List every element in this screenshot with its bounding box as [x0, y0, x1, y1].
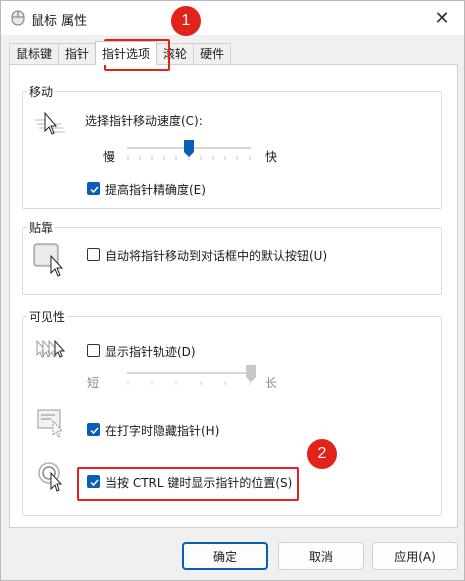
- hide-typing-label[interactable]: 在打字时隐藏指针(H): [105, 422, 219, 439]
- hide-while-typing-icon: [37, 409, 64, 438]
- trail-slider-track: [127, 372, 251, 374]
- ok-button[interactable]: 确定: [182, 542, 268, 570]
- trail-slider-thumb: [246, 365, 256, 382]
- pointer-options-panel: 移动 选择指针移动速度(C): 慢 快 提高指针精确度(E) 贴靠 自动将指针移…: [9, 64, 458, 528]
- motion-group: 移动 选择指针移动速度(C): 慢 快 提高指针精确度(E): [22, 83, 442, 209]
- tab-strip: 鼠标键 指针 指针选项 滚轮 硬件: [9, 41, 232, 65]
- mouse-properties-dialog: 鼠标 属性 ✕ 鼠标键 指针 指针选项 滚轮 硬件 移动 选择指针移动速度(C)…: [0, 0, 465, 581]
- trails-label[interactable]: 显示指针轨迹(D): [105, 343, 196, 360]
- tab-pointers[interactable]: 指针: [58, 43, 97, 65]
- trails-checkbox[interactable]: [87, 344, 100, 357]
- speed-slider[interactable]: [127, 140, 255, 166]
- close-button[interactable]: ✕: [428, 6, 456, 30]
- mouse-icon: [11, 10, 25, 26]
- pointer-speed-icon: [35, 111, 65, 135]
- snap-group: 贴靠 自动将指针移动到对话框中的默认按钮(U): [22, 219, 442, 295]
- close-icon: ✕: [434, 7, 450, 29]
- precision-checkbox[interactable]: [87, 182, 100, 195]
- title-bar: 鼠标 属性 ✕: [1, 1, 464, 35]
- annotation-badge-1: 1: [171, 6, 201, 36]
- precision-label[interactable]: 提高指针精确度(E): [105, 181, 206, 198]
- long-label: 长: [265, 376, 278, 390]
- tab-pointer-options[interactable]: 指针选项: [95, 41, 158, 65]
- speed-label: 选择指针移动速度(C):: [85, 114, 203, 128]
- annotation-badge-2: 2: [307, 439, 337, 469]
- pointer-trails-icon: [36, 339, 66, 358]
- annotation-box-ctrl: [77, 467, 299, 501]
- snap-label[interactable]: 自动将指针移动到对话框中的默认按钮(U): [105, 247, 327, 264]
- trail-slider-ticks: [127, 381, 251, 385]
- hide-typing-checkbox[interactable]: [87, 423, 100, 436]
- tab-hardware[interactable]: 硬件: [193, 43, 232, 65]
- visibility-group-label: 可见性: [27, 308, 68, 325]
- window-title: 鼠标 属性: [31, 14, 88, 29]
- checkmark-icon: [90, 186, 99, 194]
- snap-group-label: 贴靠: [27, 219, 56, 236]
- checkmark-icon: [90, 427, 99, 435]
- snap-checkbox[interactable]: [87, 248, 100, 261]
- speed-slider-thumb[interactable]: [184, 140, 194, 158]
- apply-button[interactable]: 应用(A): [372, 542, 458, 570]
- trail-length-slider: [127, 365, 256, 391]
- slow-label: 慢: [103, 150, 116, 164]
- tab-buttons[interactable]: 鼠标键: [9, 43, 60, 65]
- cancel-button[interactable]: 取消: [278, 542, 364, 570]
- ctrl-locate-icon: [38, 462, 63, 492]
- fast-label: 快: [265, 150, 278, 164]
- short-label: 短: [87, 376, 100, 390]
- snap-to-icon: [33, 243, 64, 277]
- motion-group-label: 移动: [27, 83, 56, 100]
